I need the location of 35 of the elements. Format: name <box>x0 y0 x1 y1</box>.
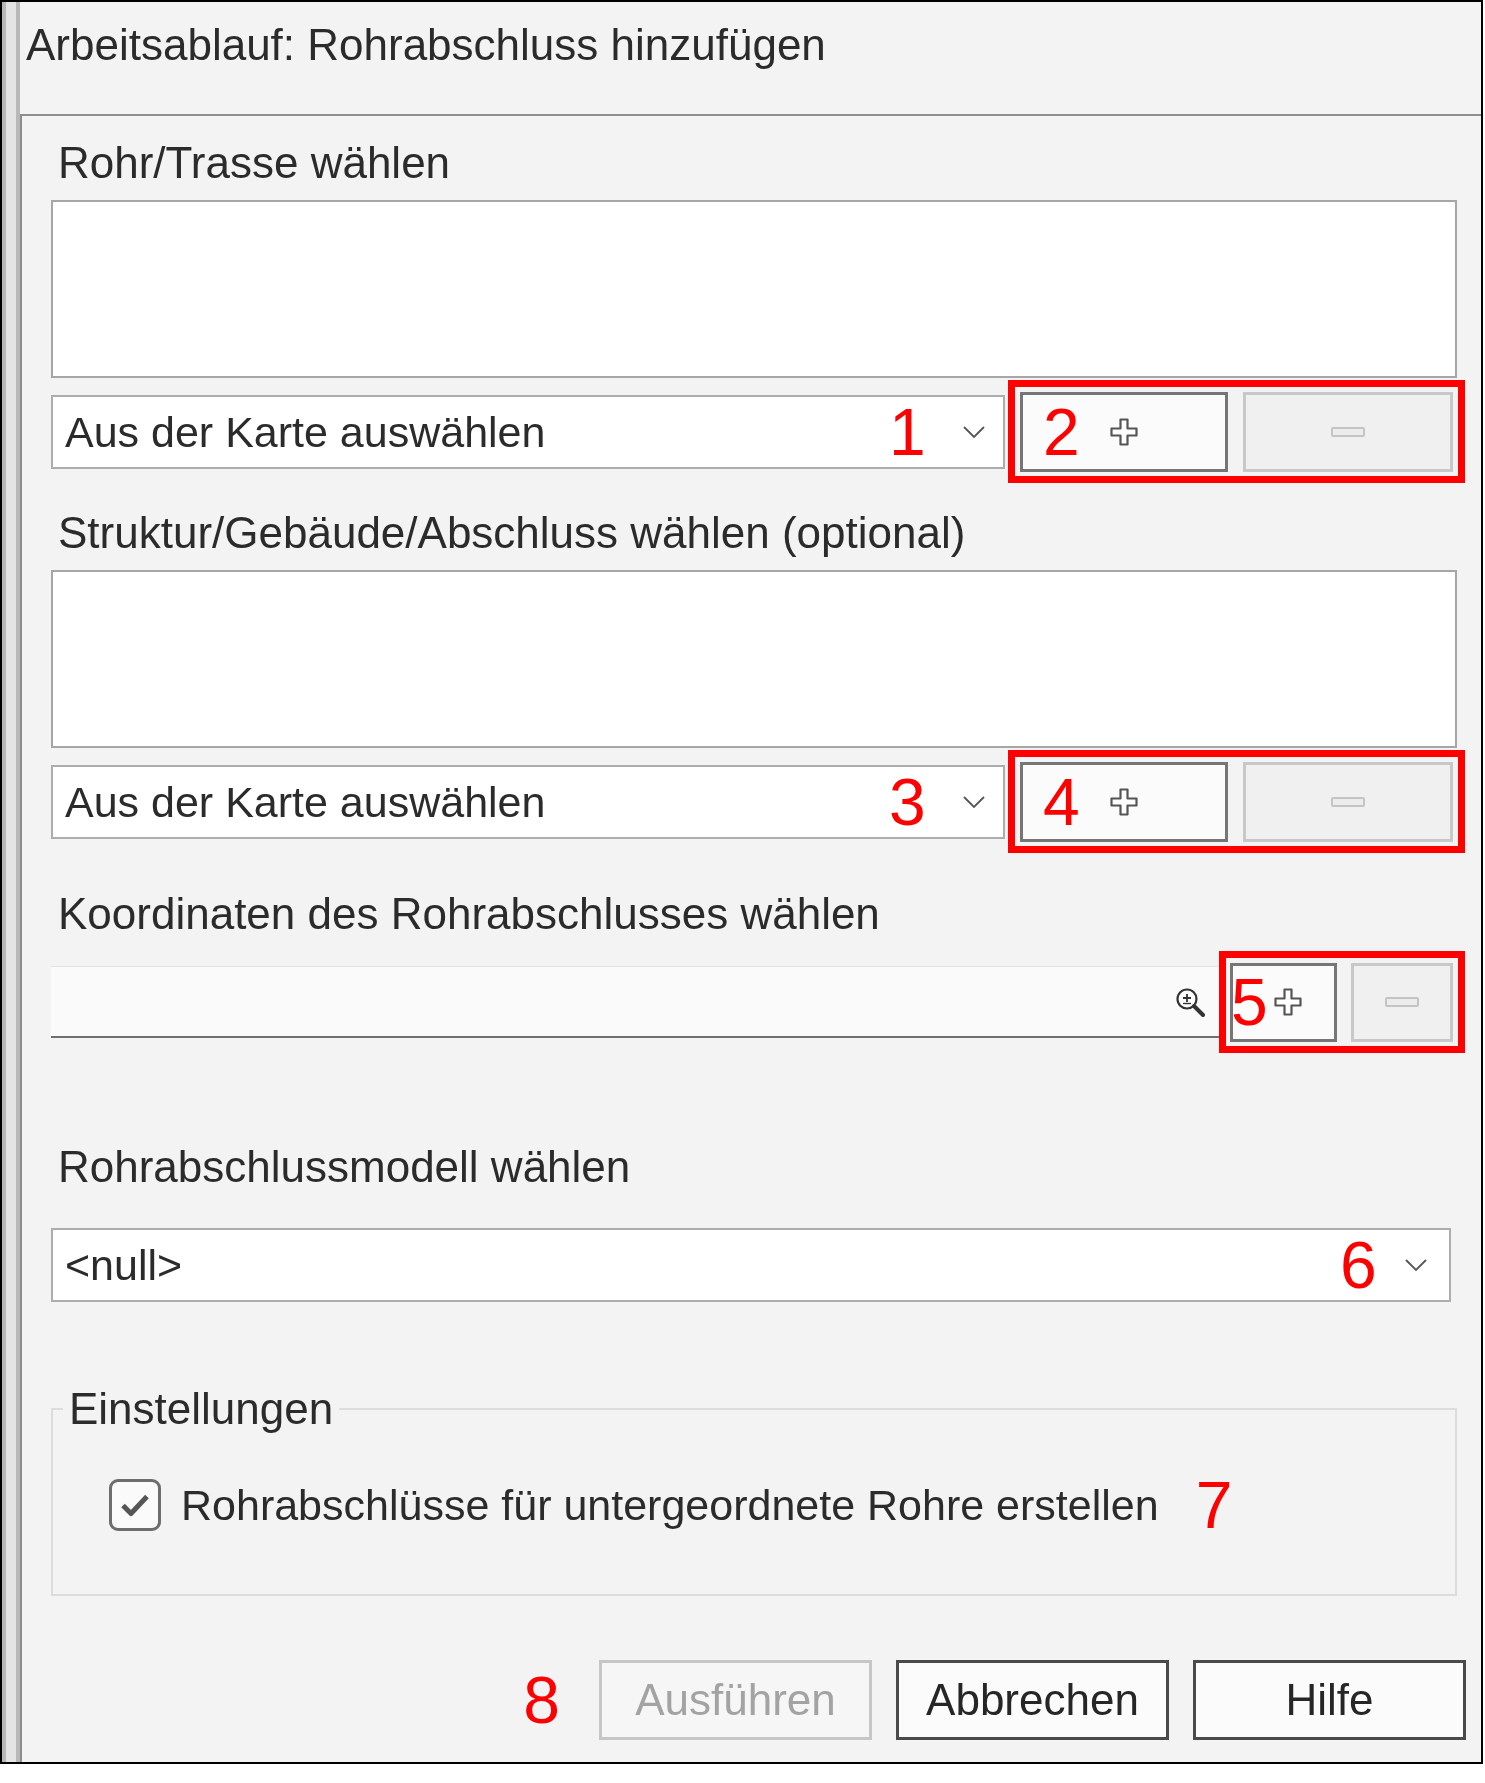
section-label: Rohr/Trasse wählen <box>58 138 451 188</box>
minus-icon <box>1331 796 1365 807</box>
checkbox[interactable] <box>109 1479 161 1531</box>
minus-icon <box>1385 997 1419 1007</box>
selection-list[interactable] <box>51 570 1457 748</box>
dialog-button[interactable]: Abbrechen <box>896 1660 1169 1740</box>
chevron-down-icon <box>963 795 985 808</box>
window-title: Arbeitsablauf: Rohrabschluss hinzufügen <box>26 20 826 70</box>
annotation-number: 5 <box>1231 969 1268 1035</box>
plus-icon <box>1110 787 1138 816</box>
add-button[interactable] <box>1020 761 1228 842</box>
minus-icon <box>1331 426 1365 437</box>
plus-icon <box>1273 988 1302 1016</box>
coordinate-field[interactable] <box>51 966 1219 1038</box>
group-title: Einstellungen <box>68 1384 335 1434</box>
annotation-number: 2 <box>1043 398 1080 465</box>
annotation-number: 4 <box>1043 768 1080 835</box>
section-label: Rohrabschlussmodell wählen <box>58 1142 631 1192</box>
chevron-down-icon <box>963 425 985 438</box>
annotation-number: 1 <box>889 398 926 465</box>
add-button[interactable] <box>1020 391 1228 472</box>
section-label: Koordinaten des Rohrabschlusses wählen <box>58 889 880 939</box>
plus-icon <box>1110 417 1138 446</box>
zoom-in-icon <box>1175 986 1205 1017</box>
checkbox-label[interactable]: Rohrabschlüsse für untergeordnete Rohre erstellen <box>181 1480 1159 1530</box>
annotation-number: 7 <box>1195 1472 1233 1538</box>
annotation-number: 6 <box>1340 1232 1377 1298</box>
annotation-number: 8 <box>523 1667 560 1733</box>
dialog-button[interactable]: Hilfe <box>1193 1660 1466 1740</box>
chevron-down-icon <box>1405 1259 1427 1271</box>
annotation-number: 3 <box>889 768 926 835</box>
add-button[interactable] <box>1230 962 1337 1042</box>
checkmark-icon <box>120 1493 150 1517</box>
selection-list[interactable] <box>51 200 1457 378</box>
section-label: Struktur/Gebäude/Abschluss wählen (optional) <box>58 508 966 558</box>
